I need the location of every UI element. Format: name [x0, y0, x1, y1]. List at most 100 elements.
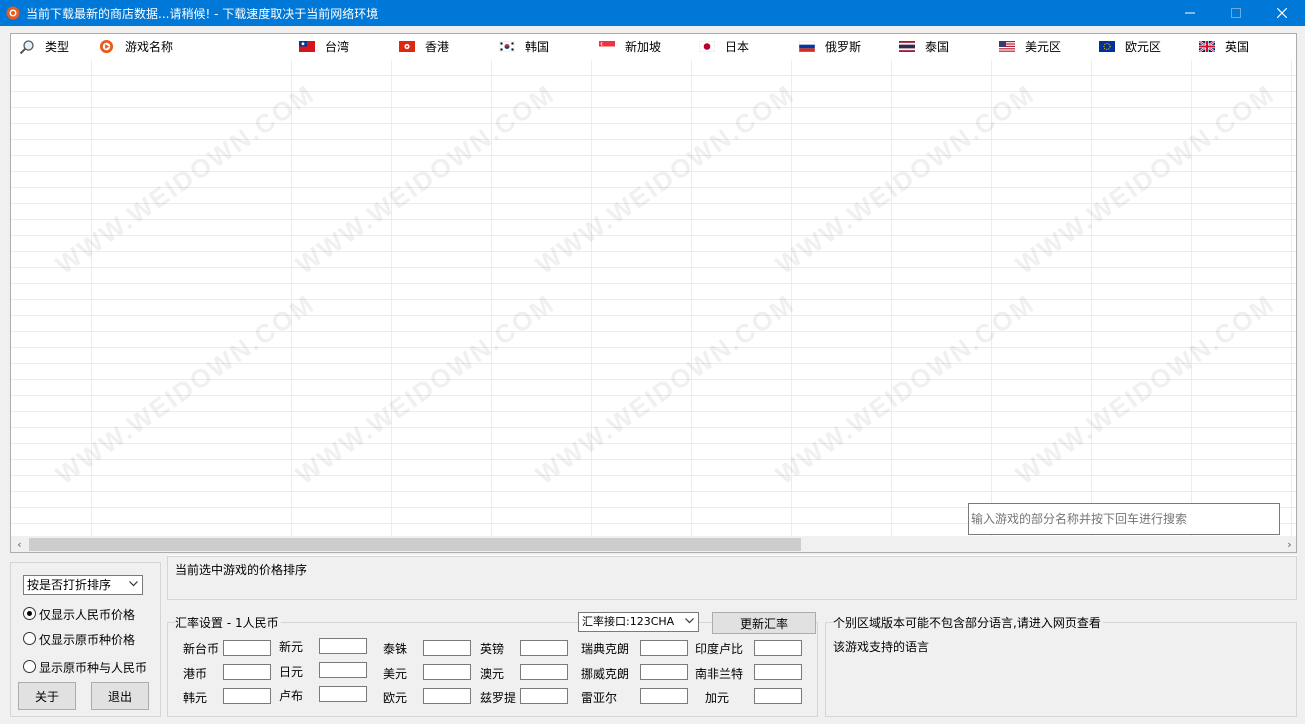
currency-label-sek: 瑞典克朗 [581, 642, 630, 656]
radio-indicator [23, 607, 36, 620]
currency-label-brl: 雷亚尔 [581, 691, 618, 705]
grid-column-line [1091, 60, 1092, 536]
minimize-button[interactable] [1167, 0, 1213, 26]
flag-usa-icon [999, 41, 1015, 52]
maximize-button[interactable] [1213, 0, 1259, 26]
flag-eu-icon [1099, 41, 1115, 52]
column-header-eur[interactable]: 欧元区 [1099, 34, 1189, 60]
rate-input-gbp[interactable] [520, 640, 568, 656]
sort-select[interactable]: 按是否打折排序 [23, 575, 143, 595]
currency-label-inr: 印度卢比 [695, 642, 744, 656]
radio-original-and-rmb[interactable]: 显示原币种与人民币 [23, 659, 157, 675]
language-panel [825, 622, 1297, 717]
game-logo-icon [99, 39, 114, 54]
search-icon [19, 40, 34, 55]
exit-button[interactable]: 退出 [91, 682, 149, 710]
scroll-right-icon[interactable]: › [1281, 536, 1296, 552]
column-header-korea[interactable]: 韩国 [499, 34, 589, 60]
rate-input-jpy[interactable] [319, 662, 367, 678]
column-header-label: 类型 [45, 40, 70, 54]
app-icon [6, 6, 20, 20]
column-header-type[interactable]: 类型 [19, 34, 89, 60]
grid-column-line [1191, 60, 1192, 536]
currency-label-eur: 欧元 [383, 691, 408, 705]
currency-label-aud: 澳元 [480, 667, 505, 681]
rate-api-select[interactable]: 汇率接口:123CHA [578, 612, 699, 632]
rate-input-twd[interactable] [223, 640, 271, 656]
currency-label-gbp: 英镑 [480, 642, 505, 656]
price-grid[interactable]: WWW.WEIDOWN.COM WWW.WEIDOWN.COM WWW.WEID… [10, 33, 1297, 553]
column-header-uk[interactable]: 英国 [1199, 34, 1289, 60]
about-button[interactable]: 关于 [18, 682, 76, 710]
scroll-left-icon[interactable]: ‹ [11, 536, 28, 552]
scrollbar-thumb[interactable] [29, 538, 801, 551]
rate-input-sek[interactable] [640, 640, 688, 656]
column-header-label: 美元区 [1025, 40, 1062, 54]
exchange-rate-title: 汇率设置 - 1人民币 [175, 614, 281, 631]
currency-label-usd: 美元 [383, 667, 408, 681]
rate-input-hkd[interactable] [223, 664, 271, 680]
radio-rmb-only[interactable]: 仅显示人民币价格 [23, 606, 157, 622]
column-header-hongkong[interactable]: 香港 [399, 34, 489, 60]
minimize-icon [1185, 12, 1195, 14]
close-button[interactable] [1259, 0, 1305, 26]
close-icon [1277, 8, 1287, 18]
column-header-thailand[interactable]: 泰国 [899, 34, 989, 60]
update-rate-button[interactable]: 更新汇率 [712, 612, 816, 634]
column-header-label: 俄罗斯 [825, 40, 862, 54]
grid-column-line [691, 60, 692, 536]
flag-taiwan-icon [299, 41, 315, 52]
column-header-label: 日本 [725, 40, 750, 54]
maximize-icon [1231, 8, 1241, 18]
grid-column-line [1291, 60, 1292, 536]
column-header-singapore[interactable]: 新加坡 [599, 34, 689, 60]
currency-label-hkd: 港币 [183, 667, 208, 681]
chevron-down-icon [129, 581, 138, 587]
rate-input-sgd[interactable] [319, 638, 367, 654]
rate-input-zar[interactable] [754, 664, 802, 680]
radio-label: 仅显示人民币价格 [39, 608, 136, 622]
column-header-label: 欧元区 [1125, 40, 1162, 54]
column-header-label: 新加坡 [625, 40, 662, 54]
rate-input-brl[interactable] [640, 688, 688, 704]
currency-label-nok: 挪威克朗 [581, 667, 630, 681]
window-title: 当前下载最新的商店数据...请稍候! - 下载速度取决于当前网络环境 [26, 7, 379, 21]
grid-column-line [491, 60, 492, 536]
grid-column-line [591, 60, 592, 536]
language-note: 个别区域版本可能不包含部分语言,请进入网页查看 [833, 614, 1103, 631]
grid-body[interactable] [11, 60, 1296, 536]
grid-column-line [391, 60, 392, 536]
column-header-japan[interactable]: 日本 [699, 34, 789, 60]
currency-label-jpy: 日元 [279, 665, 304, 679]
panel-border [167, 556, 1297, 600]
rate-input-rub[interactable] [319, 686, 367, 702]
display-options-panel: 按是否打折排序 仅显示人民币价格 仅显示原币种价格 显示原币种与人民币 关于 退… [10, 562, 161, 717]
rate-input-nok[interactable] [640, 664, 688, 680]
column-header-taiwan[interactable]: 台湾 [299, 34, 389, 60]
column-header-usd[interactable]: 美元区 [999, 34, 1089, 60]
rate-input-aud[interactable] [520, 664, 568, 680]
column-header-russia[interactable]: 俄罗斯 [799, 34, 889, 60]
currency-label-sgd: 新元 [279, 640, 304, 654]
rate-input-eur[interactable] [423, 688, 471, 704]
radio-original-only[interactable]: 仅显示原币种价格 [23, 631, 157, 647]
horizontal-scrollbar[interactable]: ‹ › [11, 536, 1296, 552]
grid-column-line [991, 60, 992, 536]
column-header-label: 游戏名称 [125, 40, 174, 54]
currency-label-thb: 泰铢 [383, 642, 408, 656]
column-header-game-name[interactable]: 游戏名称 [99, 34, 289, 60]
grid-header: 类型 游戏名称 台湾 香港 韩国 新加坡 日本 俄罗斯 泰国 美元区 欧元区 英… [11, 34, 1296, 60]
rate-input-thb[interactable] [423, 640, 471, 656]
rate-input-usd[interactable] [423, 664, 471, 680]
rate-input-krw[interactable] [223, 688, 271, 704]
rate-input-inr[interactable] [754, 640, 802, 656]
flag-korea-icon [499, 41, 515, 52]
title-bar: 当前下载最新的商店数据...请稍候! - 下载速度取决于当前网络环境 [0, 0, 1305, 26]
currency-label-pln: 兹罗提 [480, 691, 517, 705]
rate-input-cad[interactable] [754, 688, 802, 704]
grid-column-line [291, 60, 292, 536]
search-input[interactable] [968, 503, 1280, 535]
rate-input-pln[interactable] [520, 688, 568, 704]
currency-label-zar: 南非兰特 [695, 667, 744, 681]
radio-label: 显示原币种与人民币 [39, 661, 148, 675]
